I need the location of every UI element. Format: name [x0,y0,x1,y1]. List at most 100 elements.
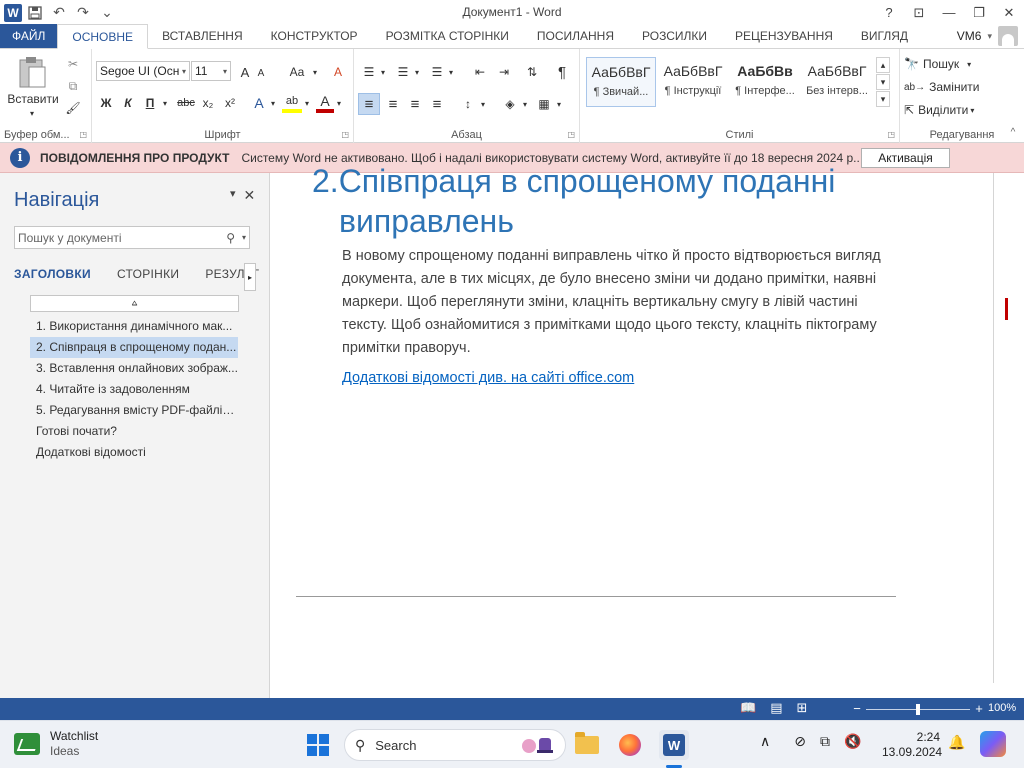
nav-close-icon[interactable]: ✕ [244,187,256,204]
notifications-bell-icon[interactable]: 🔔 [948,734,965,751]
tab-review[interactable]: РЕЦЕНЗУВАННЯ [721,24,847,48]
list-item[interactable]: 5. Редагування вмісту PDF-файлів... [30,400,238,421]
shading-dropdown-icon[interactable]: ▾ [520,93,530,115]
list-item[interactable]: 2. Співпраця в спрощеному подан... [30,337,238,358]
nav-tab-pages[interactable]: СТОРІНКИ [117,267,179,281]
multilevel-dropdown-icon[interactable]: ▾ [446,63,456,81]
list-item[interactable]: Готові почати? [30,421,238,442]
paste-button[interactable]: Вставити [4,91,62,107]
style-no-spacing[interactable]: АаБбВвГ Без інтерв... [802,57,872,107]
avatar[interactable] [998,26,1018,46]
font-size-combo[interactable]: 11 ▾ [191,61,231,81]
sort-icon[interactable]: ⇅ [522,63,542,81]
text-effects-dropdown-icon[interactable]: ▾ [268,93,278,113]
numbering-icon[interactable]: ☰ [394,63,412,81]
styles-scroll-down-icon[interactable]: ▾ [876,74,890,90]
shading-icon[interactable]: ◈ [500,93,520,115]
word-taskbar-icon[interactable]: W [659,730,689,760]
highlight-dropdown-icon[interactable]: ▾ [302,93,312,113]
print-layout-icon[interactable]: ▤ [770,700,782,716]
tab-view[interactable]: ВИГЛЯД [847,24,922,48]
volume-muted-icon[interactable]: 🔇 [844,733,861,750]
windows-start-icon[interactable] [307,734,329,756]
redo-icon[interactable]: ↷ [72,2,94,24]
subscript-icon[interactable]: x₂ [198,93,218,113]
user-dropdown-icon[interactable]: ▾ [987,31,992,42]
list-item[interactable]: 4. Читайте із задоволенням [30,379,238,400]
zoom-in-icon[interactable]: + [972,702,986,716]
multilevel-list-icon[interactable]: ☰ [428,63,446,81]
customize-qat-icon[interactable]: ⌄ [96,2,118,24]
collapse-all-headings-icon[interactable]: ⩠ [30,295,239,312]
save-icon[interactable] [24,2,46,24]
font-name-dropdown-icon[interactable]: ▾ [182,67,186,76]
underline-icon[interactable]: П [140,93,160,113]
replace-button[interactable]: ab→ Замінити [904,78,1014,96]
user-name[interactable]: VM6 [957,29,982,43]
grow-font-icon[interactable]: A [238,63,252,81]
show-formatting-marks-icon[interactable]: ¶ [552,63,572,81]
tab-insert[interactable]: ВСТАВЛЕННЯ [148,24,257,48]
collapse-ribbon-icon[interactable]: ^ [1006,125,1020,139]
format-painter-icon[interactable]: 🖌 [64,99,82,117]
line-spacing-dropdown-icon[interactable]: ▾ [478,93,488,115]
copy-icon[interactable]: ⧉ [64,77,82,95]
tab-home[interactable]: ОСНОВНЕ [57,24,149,49]
list-item[interactable]: 1. Використання динамічного мак... [30,316,238,337]
tab-page-layout[interactable]: РОЗМІТКА СТОРІНКИ [372,24,523,48]
zoom-out-icon[interactable]: − [850,702,864,716]
tab-references[interactable]: ПОСИЛАННЯ [523,24,628,48]
show-hidden-icons-icon[interactable]: ∧ [760,733,770,750]
borders-icon[interactable]: ▦ [534,93,554,115]
borders-dropdown-icon[interactable]: ▾ [554,93,564,115]
list-item[interactable]: 3. Вставлення онлайнових зображ... [30,358,238,379]
zoom-level[interactable]: 100% [988,702,1016,714]
styles-scroll-up-icon[interactable]: ▴ [876,57,890,73]
widgets-button[interactable]: Watchlist Ideas [14,729,98,759]
nav-options-dropdown-icon[interactable]: ▾ [230,187,236,204]
bullets-icon[interactable]: ☰ [360,63,378,81]
activate-button[interactable]: Активація [861,148,950,168]
web-layout-icon[interactable]: ⊞ [796,700,807,716]
tab-file[interactable]: ФАЙЛ [0,24,58,48]
zoom-slider-thumb[interactable] [916,703,920,715]
increase-indent-icon[interactable]: ⇥ [494,63,514,81]
zoom-slider[interactable] [866,703,970,715]
style-normal[interactable]: АаБбВвГ ¶ Звичай... [586,57,656,107]
office-link[interactable]: Додаткові відомості див. на сайті office… [342,370,634,386]
change-case-dropdown-icon[interactable]: ▾ [310,63,320,81]
superscript-icon[interactable]: x² [220,93,240,113]
shrink-font-icon[interactable]: A [255,65,267,81]
display-icon[interactable]: ⧉ [820,733,830,750]
help-icon[interactable]: ? [874,0,904,25]
restore-icon[interactable]: ❐ [964,0,994,25]
read-mode-icon[interactable]: 📖 [740,700,756,716]
firefox-icon[interactable] [615,730,645,760]
close-icon[interactable]: ✕ [994,0,1024,25]
align-left-icon[interactable]: ≡ [358,93,380,115]
nav-tabs-scroll-icon[interactable]: ▸ [244,263,256,291]
font-size-dropdown-icon[interactable]: ▾ [223,67,227,76]
revision-marker[interactable] [1005,298,1008,320]
copilot-icon[interactable] [980,731,1006,757]
minimize-icon[interactable]: — [934,0,964,25]
decrease-indent-icon[interactable]: ⇤ [470,63,490,81]
network-icon[interactable]: ⊘ [794,733,806,750]
underline-dropdown-icon[interactable]: ▾ [160,93,170,113]
nav-search-input[interactable]: Пошук у документі ⚲ ▾ [14,226,250,249]
clear-formatting-icon[interactable]: A [330,63,346,81]
undo-icon[interactable]: ↶ [48,2,70,24]
strikethrough-icon[interactable]: abc [174,93,198,113]
cut-icon[interactable]: ✂ [64,55,82,73]
select-button[interactable]: ⇱ Виділити ▾ [904,101,1014,119]
paste-dropdown-icon[interactable]: ▾ [24,107,40,119]
font-launcher-icon[interactable]: ◳ [341,130,349,139]
font-color-icon[interactable]: A [316,93,334,113]
find-dropdown-icon[interactable]: ▾ [967,60,971,69]
tab-design[interactable]: КОНСТРУКТОР [257,24,372,48]
italic-icon[interactable]: К [118,93,138,113]
styles-launcher-icon[interactable]: ◳ [887,130,895,139]
tab-mailings[interactable]: РОЗСИЛКИ [628,24,721,48]
highlight-icon[interactable]: ab [282,93,302,113]
find-button[interactable]: 🔭 Пошук ▾ [904,55,1014,73]
